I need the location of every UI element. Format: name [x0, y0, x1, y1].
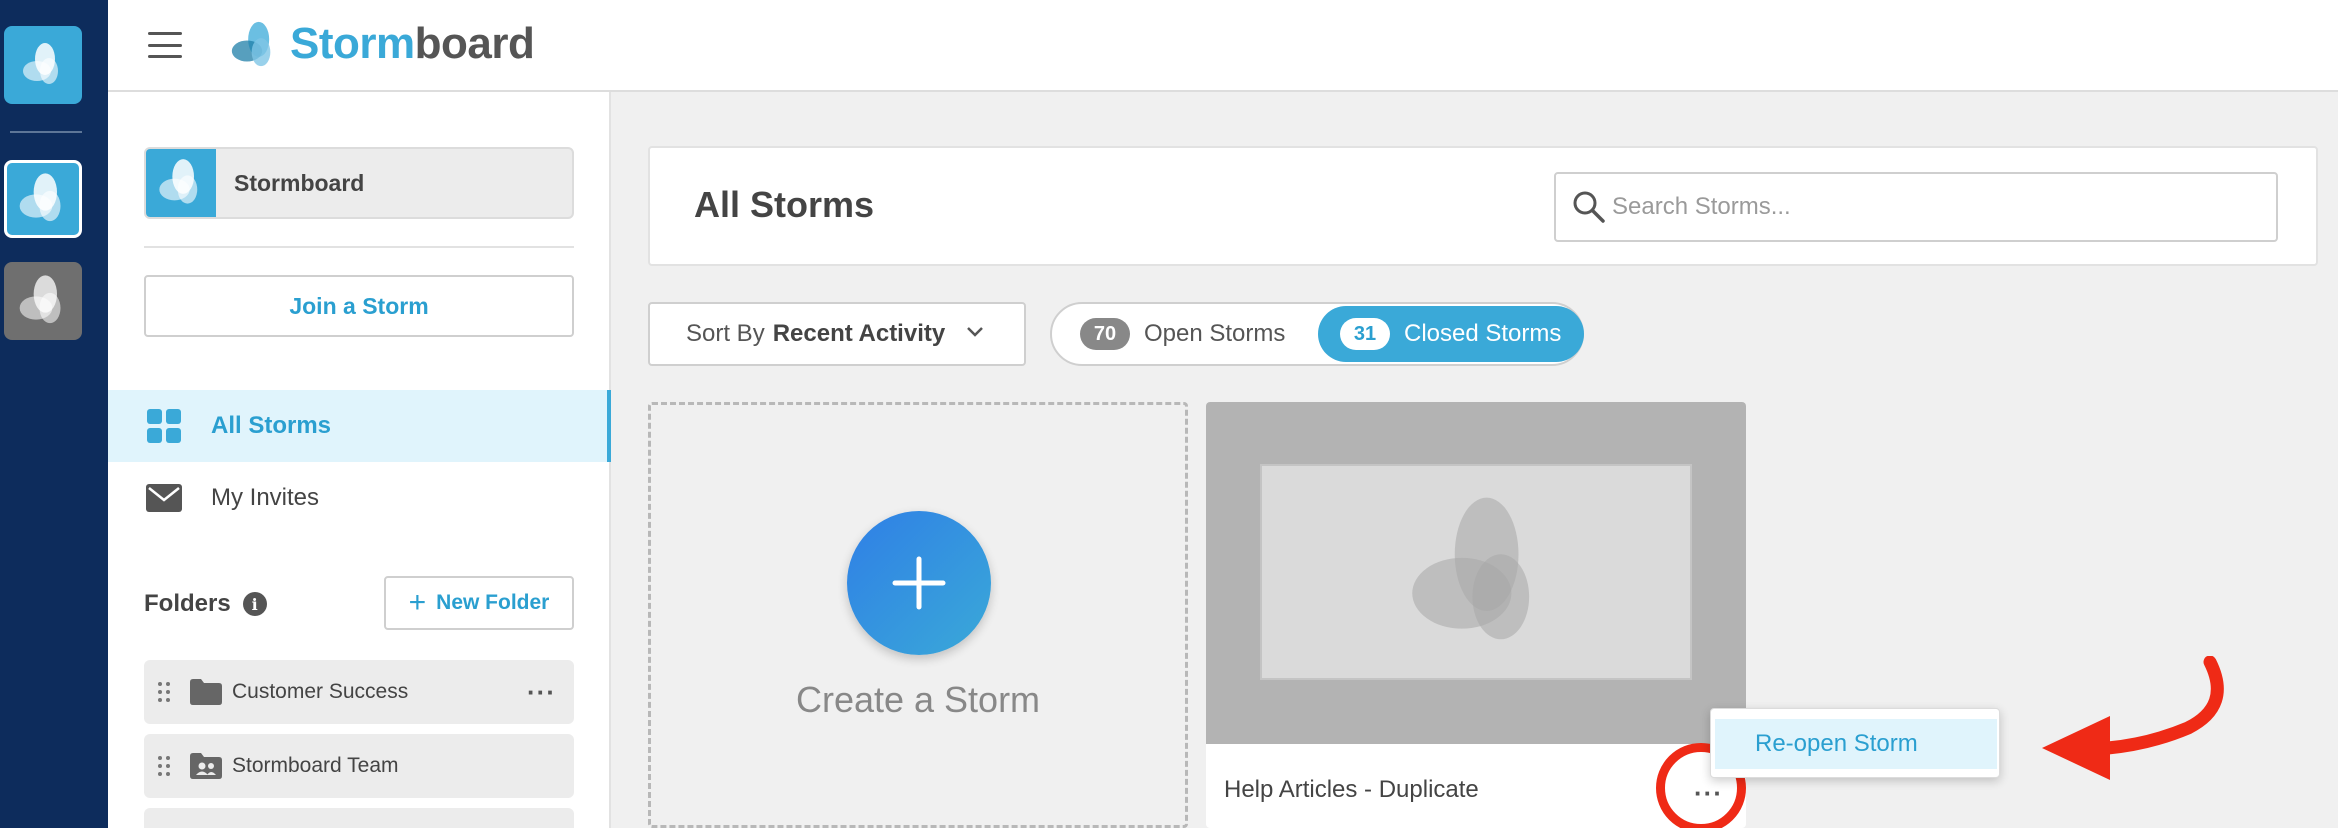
rail-divider [10, 131, 82, 133]
sort-dropdown[interactable]: Sort By Recent Activity [648, 302, 1026, 366]
drag-handle-icon[interactable] [158, 682, 170, 702]
nav-item-label: My Invites [211, 484, 320, 511]
nav-item-label: All Storms [211, 412, 332, 439]
folder-item[interactable]: Customer Success ··· [144, 660, 574, 724]
storm-thumbnail [1206, 402, 1746, 744]
top-header: Stormboard [108, 0, 2338, 92]
tab-label: Open Storms [1144, 320, 1286, 347]
menu-item-reopen-storm[interactable]: Re-open Storm [1715, 719, 1997, 769]
closed-count-badge: 31 [1340, 318, 1390, 350]
create-storm-card[interactable]: Create a Storm [648, 402, 1188, 828]
storm-preview [1260, 464, 1692, 680]
storm-context-menu: Re-open Storm [1710, 708, 2000, 778]
sort-prefix: Sort By [686, 320, 765, 347]
stormboard-logo-icon [23, 43, 58, 84]
app-logo-text: Stormboard [290, 19, 535, 68]
stormboard-logo-icon [159, 159, 198, 204]
search-input[interactable] [1612, 174, 2252, 240]
new-folder-button[interactable]: + New Folder [384, 576, 574, 630]
create-storm-button[interactable] [847, 511, 991, 655]
shared-folder-icon [190, 753, 222, 779]
folder-item[interactable] [144, 808, 574, 828]
sort-value: Recent Activity [772, 320, 946, 347]
page-header-card: All Storms [648, 146, 2318, 266]
tab-label: Closed Storms [1404, 320, 1562, 347]
chevron-down-icon [967, 327, 983, 337]
plus-icon: + [408, 586, 427, 619]
stormboard-logo-icon [19, 275, 61, 324]
search-box[interactable] [1554, 172, 2278, 242]
nav-item-my-invites[interactable]: My Invites [108, 462, 611, 534]
workspace-other[interactable] [4, 262, 82, 340]
folders-heading: Folders i [144, 590, 267, 618]
sidebar: Stormboard Join a Storm All Storms My In… [108, 92, 611, 828]
divider [144, 246, 574, 248]
stormboard-logo-icon [19, 173, 61, 222]
hamburger-menu-icon[interactable] [148, 32, 182, 58]
workspace-stormboard-team[interactable] [4, 160, 82, 238]
folder-label: Customer Success [232, 680, 409, 703]
join-storm-button[interactable]: Join a Storm [144, 275, 574, 337]
storm-status-toggle: 70 Open Storms 31 Closed Storms [1050, 302, 1584, 366]
tab-closed-storms[interactable]: 31 Closed Storms [1318, 306, 1584, 362]
folder-label: Stormboard Team [232, 754, 399, 777]
storm-title: Help Articles - Duplicate [1224, 776, 1479, 803]
stormboard-logo-icon [231, 21, 271, 67]
team-name: Stormboard [234, 169, 365, 196]
plus-icon [892, 556, 946, 610]
more-options-icon[interactable]: ··· [527, 677, 556, 708]
team-avatar [146, 149, 216, 217]
create-storm-label: Create a Storm [795, 679, 1041, 720]
workspace-stormboard-home[interactable] [4, 26, 82, 104]
stormboard-logo-icon [1412, 497, 1530, 640]
folder-icon [190, 679, 222, 705]
folder-item[interactable]: Stormboard Team [144, 734, 574, 798]
page-title: All Storms [694, 184, 875, 225]
workspace-rail [0, 0, 108, 828]
tab-open-storms[interactable]: 70 Open Storms [1080, 306, 1285, 362]
annotation-arrow-icon [2042, 656, 2224, 780]
team-selector[interactable]: Stormboard [144, 147, 574, 219]
envelope-icon [146, 484, 182, 512]
app-logo[interactable]: Stormboard [226, 16, 535, 72]
open-count-badge: 70 [1080, 318, 1130, 350]
info-icon[interactable]: i [242, 592, 267, 616]
drag-handle-icon[interactable] [158, 756, 170, 776]
nav-item-all-storms[interactable]: All Storms [108, 390, 611, 462]
search-icon [1573, 191, 1605, 223]
grid-icon [147, 409, 181, 443]
